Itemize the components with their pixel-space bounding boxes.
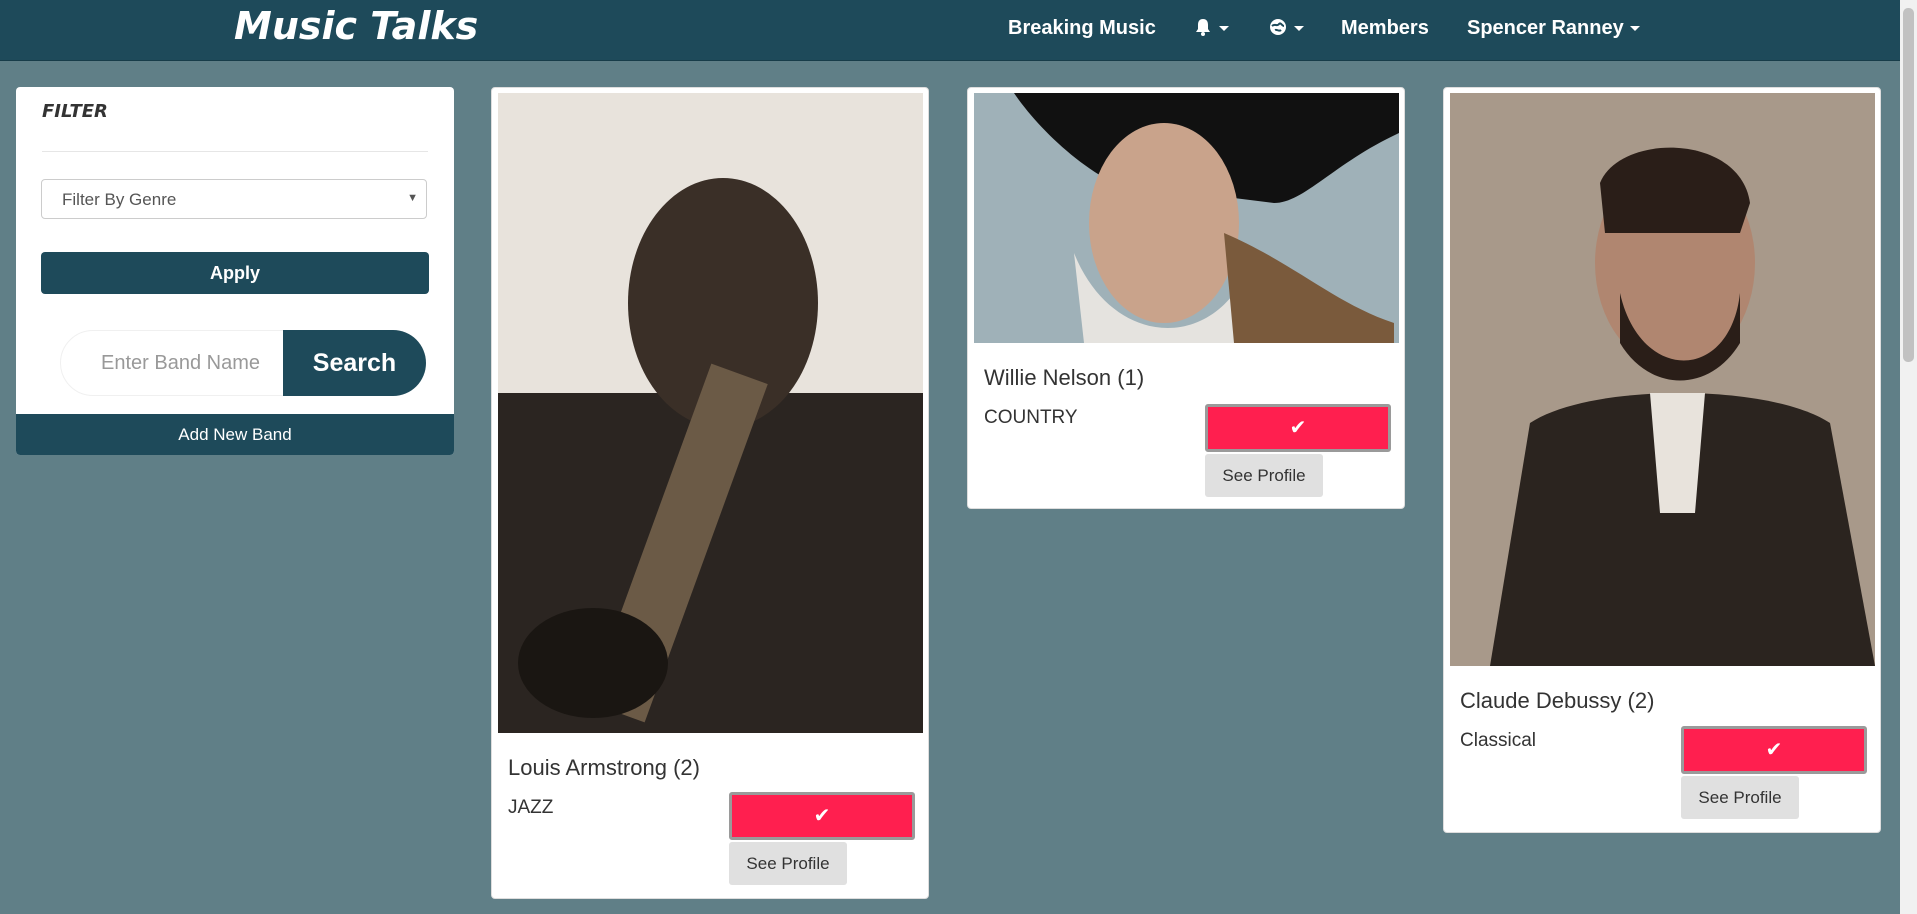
bell-icon (1196, 19, 1210, 36)
band-search: Enter Band Name Search (60, 330, 426, 396)
caret-icon (1219, 26, 1229, 32)
user-menu[interactable]: Spencer Ranney (1467, 17, 1640, 40)
check-icon: ✔ (1765, 739, 1783, 761)
divider (42, 151, 428, 152)
photo-placeholder (974, 93, 1399, 343)
nav-members[interactable]: Members (1341, 17, 1429, 40)
apply-button[interactable]: Apply (41, 252, 429, 294)
band-photo[interactable] (498, 93, 923, 733)
filter-title: FILTER (42, 101, 108, 122)
band-genre: Classical (1460, 730, 1537, 751)
band-name[interactable]: Claude Debussy (2) (1460, 688, 1654, 714)
brand-logo[interactable]: Music Talks (234, 4, 478, 48)
band-card: Claude Debussy (2) Classical ✔ See Profi… (1443, 87, 1881, 833)
page-scrollbar[interactable] (1900, 0, 1917, 914)
band-name[interactable]: Willie Nelson (1) (984, 365, 1144, 391)
navbar: Music Talks Breaking Music Members Spenc… (0, 0, 1917, 61)
follow-button[interactable]: ✔ (1681, 726, 1867, 774)
band-photo[interactable] (974, 93, 1399, 343)
band-photo[interactable] (1450, 93, 1875, 666)
follow-button[interactable]: ✔ (729, 792, 915, 840)
filter-panel: FILTER Filter By Genre ▼ Apply Enter Ban… (16, 87, 454, 455)
language-dropdown[interactable] (1268, 17, 1304, 40)
scrollbar-thumb[interactable] (1903, 8, 1914, 362)
photo-placeholder (1450, 93, 1875, 666)
see-profile-button[interactable]: See Profile (1205, 454, 1323, 497)
genre-select[interactable]: Filter By Genre ▼ (41, 179, 427, 219)
nav-breaking-music[interactable]: Breaking Music (1008, 17, 1156, 40)
globe-icon (1270, 19, 1286, 35)
band-name-input[interactable]: Enter Band Name (60, 330, 290, 396)
band-genre: COUNTRY (984, 407, 1078, 428)
band-name[interactable]: Louis Armstrong (2) (508, 755, 700, 781)
caret-icon (1629, 26, 1640, 32)
see-profile-button[interactable]: See Profile (729, 842, 847, 885)
photo-placeholder (498, 93, 923, 733)
caret-icon (1294, 26, 1304, 32)
search-button[interactable]: Search (283, 330, 426, 396)
band-genre: JAZZ (508, 797, 554, 818)
band-card: Louis Armstrong (2) JAZZ ✔ See Profile (491, 87, 929, 899)
band-card: Willie Nelson (1) COUNTRY ✔ See Profile (967, 87, 1405, 509)
genre-select-value: Filter By Genre (62, 190, 177, 209)
add-new-band-button[interactable]: Add New Band (16, 414, 454, 455)
check-icon: ✔ (1289, 417, 1307, 439)
follow-button[interactable]: ✔ (1205, 404, 1391, 452)
see-profile-button[interactable]: See Profile (1681, 776, 1799, 819)
notifications-dropdown[interactable] (1193, 17, 1229, 40)
select-arrow-icon: ▼ (407, 192, 418, 204)
user-name: Spencer Ranney (1467, 17, 1624, 39)
check-icon: ✔ (813, 805, 831, 827)
